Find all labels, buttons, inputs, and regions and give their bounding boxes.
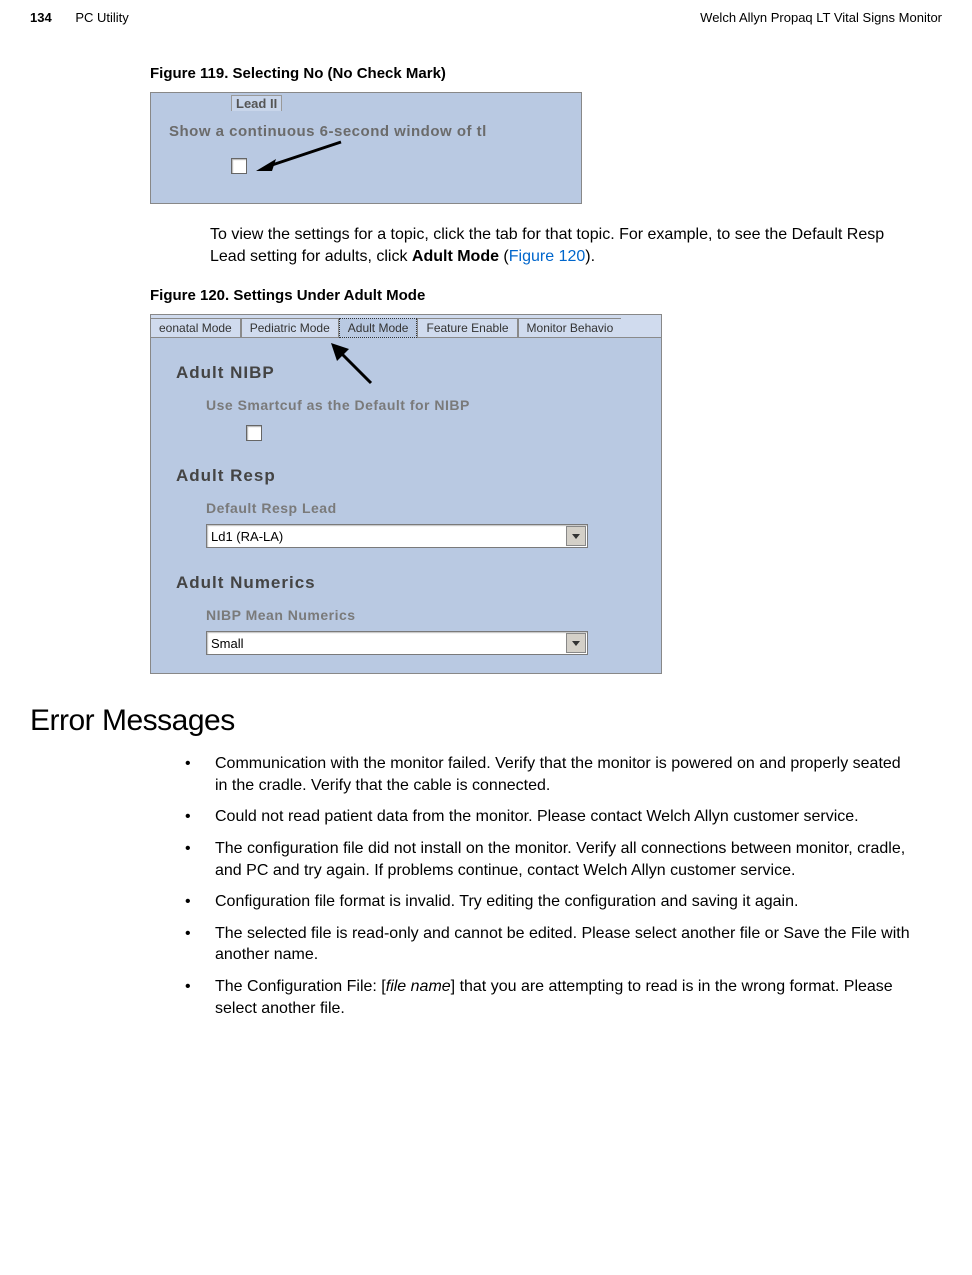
section-title: PC Utility: [75, 10, 128, 25]
dropdown-resp-lead[interactable]: Ld1 (RA-LA): [206, 524, 588, 548]
figure-120-link[interactable]: Figure 120: [509, 248, 586, 265]
para1-text2: (: [499, 248, 509, 265]
list-item: The Configuration File: [file name] that…: [185, 976, 912, 1019]
chevron-down-icon: [566, 526, 586, 546]
dropdown-nibp-mean[interactable]: Small: [206, 631, 588, 655]
tab-feature-enable[interactable]: Feature Enable: [417, 318, 517, 337]
chevron-down-icon: [566, 633, 586, 653]
label-resp-lead: Default Resp Lead: [206, 500, 661, 516]
lead-label: Lead II: [231, 95, 282, 111]
tab-row: eonatal Mode Pediatric Mode Adult Mode F…: [151, 315, 661, 338]
tab-adult[interactable]: Adult Mode: [339, 318, 418, 338]
page-number: 134: [30, 10, 52, 25]
para1-bold: Adult Mode: [412, 248, 499, 265]
label-smartcuf: Use Smartcuf as the Default for NIBP: [206, 397, 661, 413]
tab-neonatal[interactable]: eonatal Mode: [151, 318, 241, 337]
figure-119-caption: Figure 119. Selecting No (No Check Mark): [150, 65, 942, 82]
arrow-icon: [256, 137, 346, 177]
list-item: The selected file is read-only and canno…: [185, 923, 912, 966]
error-messages-heading: Error Messages: [30, 704, 942, 738]
checkbox-no[interactable]: [231, 158, 247, 174]
err6-a: The Configuration File: [: [215, 978, 386, 995]
para1-text3: ).: [585, 248, 595, 265]
tab-monitor-behavior[interactable]: Monitor Behavio: [518, 318, 622, 337]
dropdown-nibp-value: Small: [207, 636, 244, 651]
page-header: 134 PC Utility Welch Allyn Propaq LT Vit…: [30, 10, 942, 25]
figure-120-caption: Figure 120. Settings Under Adult Mode: [150, 287, 942, 304]
tab-pediatric[interactable]: Pediatric Mode: [241, 318, 339, 337]
figure-120: eonatal Mode Pediatric Mode Adult Mode F…: [150, 314, 662, 674]
paragraph-1: To view the settings for a topic, click …: [210, 224, 912, 267]
heading-adult-numerics: Adult Numerics: [176, 573, 661, 593]
figure-119: Lead II Show a continuous 6-second windo…: [150, 92, 582, 204]
checkbox-smartcuf[interactable]: [246, 425, 262, 441]
heading-adult-resp: Adult Resp: [176, 466, 661, 486]
list-item: Communication with the monitor failed. V…: [185, 753, 912, 796]
heading-adult-nibp: Adult NIBP: [176, 363, 661, 383]
arrow-icon: [331, 343, 376, 388]
list-item: The configuration file did not install o…: [185, 838, 912, 881]
list-item: Could not read patient data from the mon…: [185, 806, 912, 828]
label-nibp-mean: NIBP Mean Numerics: [206, 607, 661, 623]
product-name: Welch Allyn Propaq LT Vital Signs Monito…: [700, 10, 942, 25]
dropdown-resp-value: Ld1 (RA-LA): [207, 529, 283, 544]
list-item: Configuration file format is invalid. Tr…: [185, 891, 912, 913]
error-list: Communication with the monitor failed. V…: [185, 753, 912, 1019]
err6-filename: file name: [386, 978, 451, 995]
